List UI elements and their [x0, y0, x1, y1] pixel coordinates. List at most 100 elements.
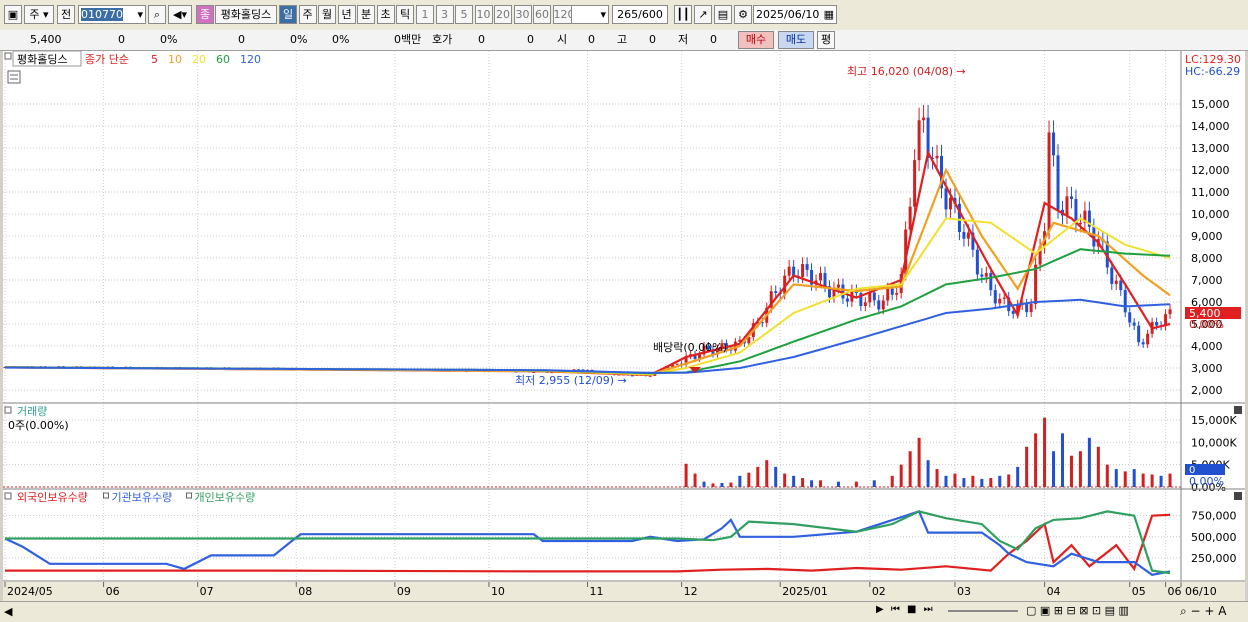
candle-body-233 [1047, 132, 1051, 232]
prev-button[interactable]: 전 [57, 5, 75, 24]
chart-svg[interactable]: 15,000 14,000 13,000 12,000 11,000 10,000 9,00… [3, 50, 1245, 601]
volume-bar-12 [792, 475, 796, 487]
candle-body-234 [1052, 132, 1056, 156]
market-select[interactable]: 주 ▾ [24, 5, 54, 24]
volume-bar-0 [684, 463, 688, 487]
tab-period-3[interactable]: 년 [337, 5, 356, 24]
zoom-slider[interactable] [948, 610, 1018, 612]
quote-vol-pct2: 0% [332, 33, 350, 46]
count-field[interactable]: 265/600 [612, 5, 668, 24]
quote-price: 5,400 [30, 33, 62, 46]
candle-body-254 [1141, 342, 1145, 345]
holdings-legend-2: 개인보유수량 [195, 491, 256, 504]
buy-button[interactable]: 매수 [738, 31, 774, 49]
price-tick-7: 8,000 [1191, 252, 1223, 265]
candle-body-220 [989, 273, 993, 291]
volume-bar-6 [738, 475, 742, 487]
volume-title: 거래량 [17, 405, 47, 418]
zoom-icons[interactable]: ⌕ − + A [1180, 604, 1226, 619]
interval-button-1[interactable]: 1 [416, 5, 434, 24]
playback-controls[interactable]: ▶ ⏮ ■ ⏭ [876, 604, 936, 619]
save-icon[interactable]: ▤ [714, 5, 732, 24]
search-icon[interactable]: ⌕ [148, 5, 166, 24]
date-field[interactable]: 2025/06/10 ▦ [753, 5, 837, 24]
quote-vol-pct: 0% [290, 33, 308, 46]
tab-period-0[interactable]: 일 [279, 5, 297, 24]
layout-icon[interactable]: ▣ [4, 5, 22, 24]
volume-bar-41 [1087, 437, 1091, 487]
interval-button-10[interactable]: 10 [474, 5, 493, 24]
volume-bar-38 [1060, 433, 1064, 487]
interval-button-5[interactable]: 5 [455, 5, 473, 24]
low-annotation: 최저 2,955 (12/09) → [515, 374, 627, 387]
dividend-annotation: 배당락(0.00%) [653, 341, 727, 354]
chart-area[interactable]: 15,000 14,000 13,000 12,000 11,000 10,000 9,00… [3, 50, 1245, 601]
x-tick-8: 2025/01 [782, 585, 828, 598]
candle-body-192 [863, 302, 867, 306]
candle-body-183 [823, 273, 827, 287]
panel-toggle-icon[interactable] [4, 52, 12, 60]
chevron-down-icon[interactable]: ▾ [137, 6, 143, 23]
interval-button-20[interactable]: 20 [494, 5, 512, 24]
code-value: 010770 [81, 8, 123, 21]
view-tools[interactable]: ▢ ▣ ⊞ ⊟ ⊠ ⊡ ▤ ▥ [1026, 604, 1129, 617]
volume-bar-31 [998, 475, 1002, 487]
interval-button-30[interactable]: 30 [513, 5, 532, 24]
volume-bar-19 [890, 475, 894, 487]
volume-bar-10 [774, 466, 778, 487]
x-tick-14: 06/10 [1185, 585, 1217, 598]
x-tick-13: 06 [1168, 585, 1182, 598]
legend-ma-20: 20 [192, 53, 206, 66]
candle-icon[interactable]: ┃┃ [674, 5, 692, 24]
interval-input[interactable]: ▾ [571, 5, 609, 24]
high-label: 고 [617, 33, 628, 46]
chevron-down-icon[interactable]: ▾ [600, 6, 606, 23]
interval-button-60[interactable]: 60 [533, 5, 551, 24]
x-axis: 2024/05 06 07 08 09 10 11 12 2025/01 02 03 04 05 06 06… [3, 582, 1245, 601]
volume-bar-39 [1069, 455, 1073, 487]
stock-name: 평화홀딩스 [215, 5, 277, 24]
volume-bar-8 [756, 466, 760, 487]
draw-icon[interactable]: ↗ [694, 5, 712, 24]
holdings-close-icon[interactable] [1234, 492, 1242, 500]
x-tick-2: 07 [200, 585, 214, 598]
tab-period-5[interactable]: 초 [376, 5, 395, 24]
volume-bar-32 [1007, 474, 1011, 487]
calendar-icon[interactable]: ▦ [824, 6, 834, 23]
interval-button-3[interactable]: 3 [435, 5, 454, 24]
volume-bar-49 [1159, 475, 1163, 487]
volume-bar-47 [1141, 473, 1145, 487]
candle-body-225 [1011, 311, 1015, 314]
legend-ma-60: 60 [216, 53, 230, 66]
code-input[interactable]: 010770 ▾ [78, 5, 146, 24]
gear-icon[interactable]: ⚙ [734, 5, 752, 24]
candle-body-248 [1114, 280, 1118, 284]
volume-panel-toggle[interactable] [4, 406, 12, 414]
volume-bar-34 [1025, 446, 1029, 487]
legend-toggle-icon[interactable] [186, 492, 192, 499]
open-value: 0 [588, 33, 595, 46]
candle-body-203 [913, 160, 917, 207]
sell-button[interactable]: 매도 [778, 31, 814, 49]
legend-toggle-icon[interactable] [103, 492, 109, 499]
scroll-left-icon[interactable]: ◀ [4, 605, 12, 618]
x-tick-12: 05 [1132, 585, 1146, 598]
tab-period-1[interactable]: 주 [298, 5, 317, 24]
x-tick-1: 06 [106, 585, 120, 598]
holdings-panel-toggle[interactable] [4, 492, 12, 500]
toolbar: ▣ 주 ▾ 전 010770 ▾ ⌕ ◀▾ 종 평화홀딩스 일주월년분초틱 13… [0, 0, 1248, 31]
table-icon[interactable] [7, 70, 21, 84]
quote-volume: 0 [238, 33, 245, 46]
tab-period-2[interactable]: 월 [318, 5, 336, 24]
candle-body-228 [1025, 304, 1029, 313]
tab-period-4[interactable]: 분 [357, 5, 375, 24]
tab-period-6[interactable]: 틱 [396, 5, 414, 24]
legend-price-label: 종가 단순 [85, 53, 129, 66]
speaker-icon[interactable]: ◀▾ [168, 5, 192, 24]
holdings-legend-1: 기관보유수량 [112, 491, 173, 504]
scroll-bar[interactable]: ◀ ▶ ⏮ ■ ⏭ ▢ ▣ ⊞ ⊟ ⊠ ⊡ ▤ ▥ ⌕ − + A [0, 601, 1248, 622]
flat-button[interactable]: 평 [817, 31, 835, 49]
volume-close-icon[interactable] [1234, 406, 1242, 414]
high-value: 0 [649, 33, 656, 46]
x-tick-4: 09 [397, 585, 411, 598]
